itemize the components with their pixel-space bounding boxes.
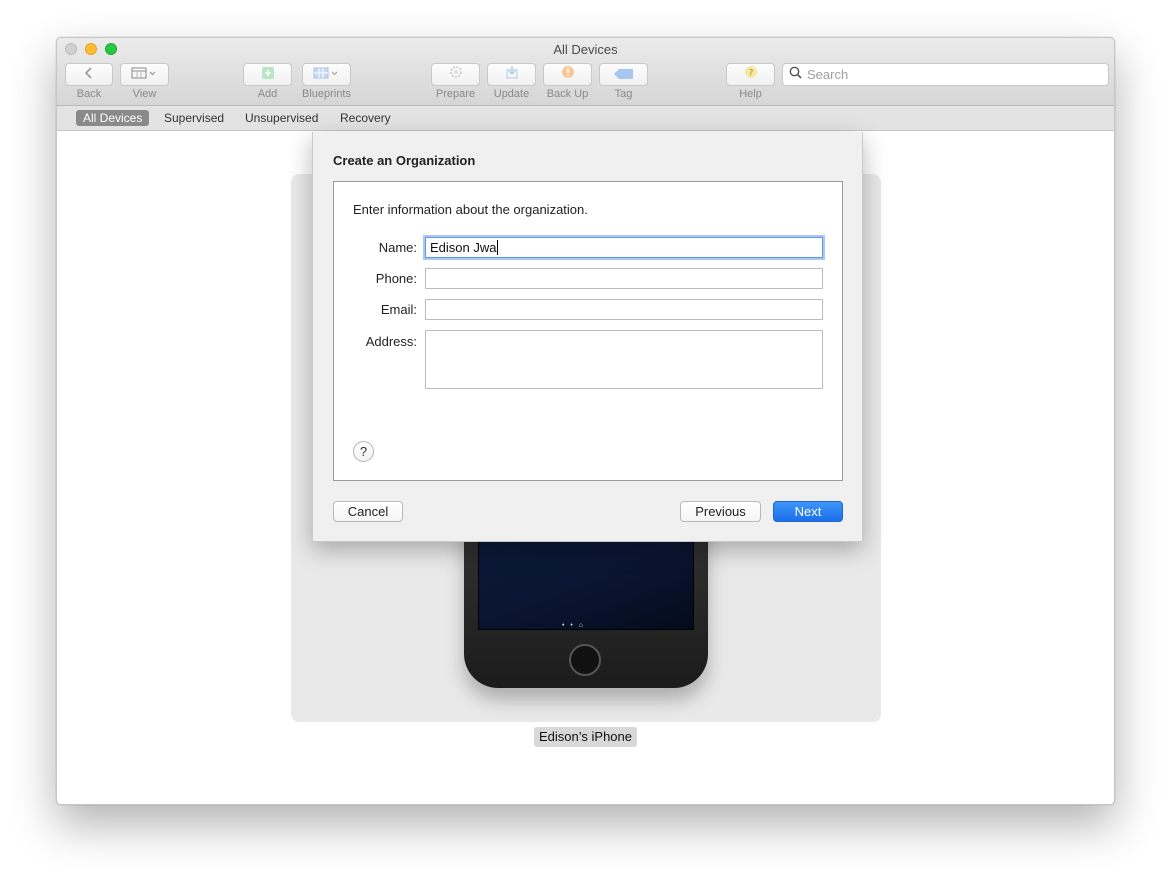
backup-icon <box>561 65 575 84</box>
name-label: Name: <box>378 240 417 255</box>
window-title: All Devices <box>553 42 618 57</box>
phone-field[interactable] <box>425 268 823 289</box>
prepare-button[interactable] <box>431 63 480 86</box>
update-button[interactable] <box>487 63 536 86</box>
blueprints-button[interactable] <box>302 63 351 86</box>
update-icon <box>505 65 519 84</box>
filter-unsupervised[interactable]: Unsupervised <box>238 110 325 126</box>
help-question-button[interactable]: ? <box>353 441 374 462</box>
filter-recovery[interactable]: Recovery <box>333 110 398 126</box>
search-placeholder: Search <box>807 67 849 82</box>
address-label: Address: <box>365 334 417 349</box>
main-window: All Devices Back View Add Blueprints Pre… <box>56 37 1115 805</box>
svg-text:?: ? <box>748 69 753 79</box>
help-label: Help <box>739 88 762 100</box>
address-field[interactable] <box>425 330 823 389</box>
chevron-left-icon <box>84 66 94 84</box>
back-label: Back <box>76 88 102 100</box>
organization-form: Enter information about the organization… <box>333 181 843 481</box>
home-button-icon <box>569 644 601 676</box>
name-field[interactable]: Edison Jwa <box>425 237 823 258</box>
help-button[interactable]: ? <box>726 63 775 86</box>
previous-button[interactable]: Previous <box>680 501 761 522</box>
filter-bar: All Devices Supervised Unsupervised Reco… <box>57 106 1114 131</box>
add-icon <box>261 66 275 84</box>
next-button[interactable]: Next <box>773 501 843 522</box>
cancel-button[interactable]: Cancel <box>333 501 403 522</box>
filter-all-devices[interactable]: All Devices <box>76 110 150 126</box>
phone-label: Phone: <box>375 271 417 286</box>
prepare-label: Prepare <box>435 88 476 100</box>
search-field[interactable]: Search <box>782 63 1109 86</box>
form-intro: Enter information about the organization… <box>353 202 588 217</box>
view-label: View <box>132 88 157 100</box>
tag-label: Tag <box>614 88 633 100</box>
gear-icon <box>449 65 463 84</box>
calendar-grid-icon <box>131 66 159 84</box>
back-button[interactable] <box>65 63 113 86</box>
toolbar: All Devices Back View Add Blueprints Pre… <box>57 38 1114 106</box>
create-organization-sheet: Create an Organization Enter information… <box>312 132 863 542</box>
backup-label: Back Up <box>546 88 589 100</box>
tag-button[interactable] <box>599 63 648 86</box>
blueprint-grid-icon <box>313 66 341 84</box>
backup-button[interactable] <box>543 63 592 86</box>
add-button[interactable] <box>243 63 292 86</box>
tag-icon <box>613 66 634 84</box>
update-label: Update <box>493 88 530 100</box>
add-label: Add <box>257 88 278 100</box>
text-cursor <box>497 240 499 255</box>
page-dots: • • ⌂ <box>562 622 586 629</box>
sheet-title: Create an Organization <box>333 153 476 168</box>
device-name-label[interactable]: Edison’s iPhone <box>534 727 637 747</box>
view-button[interactable] <box>120 63 169 86</box>
email-label: Email: <box>380 302 417 317</box>
help-icon: ? <box>744 65 758 84</box>
blueprints-label: Blueprints <box>302 88 351 100</box>
email-field[interactable] <box>425 299 823 320</box>
filter-supervised[interactable]: Supervised <box>157 110 231 126</box>
name-value: Edison Jwa <box>430 240 497 255</box>
search-icon <box>789 66 802 84</box>
